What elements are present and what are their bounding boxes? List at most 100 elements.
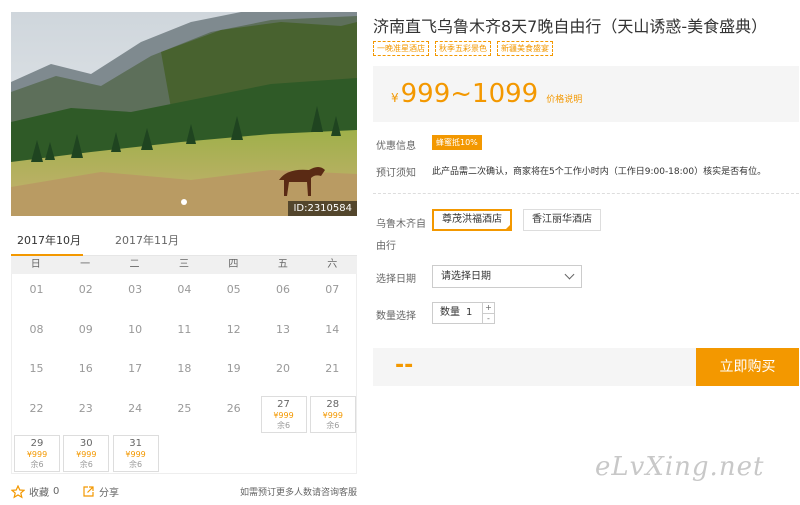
- calendar-day-number: 30: [79, 438, 93, 449]
- favorite-button[interactable]: 收藏 0: [11, 484, 59, 499]
- calendar-day: 17: [111, 355, 160, 393]
- calendar-day: 15: [12, 355, 61, 393]
- calendar-day: 23: [61, 395, 110, 433]
- calendar-day[interactable]: 27 ¥999 余6: [260, 395, 307, 433]
- product-photo[interactable]: ID:2310584: [11, 12, 357, 216]
- calendar-day[interactable]: 30 ¥999 余6: [63, 435, 110, 472]
- calendar-day-number: 24: [128, 401, 143, 415]
- calendar-day-number: 19: [226, 362, 241, 375]
- calendar-day[interactable]: 28 ¥999 余6: [309, 395, 356, 433]
- product-tags: 一晚准星酒店 秋季五彩景色 新疆美食盛宴: [373, 41, 553, 56]
- hotel-option-xiangjiang[interactable]: 香江丽华酒店: [523, 209, 601, 231]
- product-title: 济南直飞乌鲁木齐8天7晚自由行（天山诱惑-美食盛典）: [373, 17, 768, 36]
- calendar-day-number: 05: [226, 283, 241, 296]
- hotel-option-zunmao[interactable]: 尊茂洪福酒店: [432, 209, 512, 231]
- weekday-label: 一: [80, 259, 91, 270]
- calendar-day: 25: [160, 395, 209, 433]
- calendar-day-price: ¥999: [125, 450, 146, 459]
- calendar-day-number: 06: [276, 283, 290, 296]
- calendar-day: 14: [308, 316, 357, 354]
- calendar-day-number: 23: [78, 401, 93, 415]
- calendar-day-number: 28: [326, 398, 340, 410]
- share-icon: [83, 486, 94, 497]
- calendar-day: 04: [160, 276, 209, 314]
- photo-id-label: ID:2310584: [288, 201, 357, 216]
- calendar-day-number: 07: [325, 283, 340, 296]
- calendar-day-number: 27: [277, 398, 290, 410]
- calendar-weekday-header: 日 一 二 三 四 五 六: [11, 256, 357, 274]
- quantity-text: 数量: [440, 307, 460, 318]
- chevron-down-icon: [564, 269, 575, 280]
- calendar-day-number: 20: [276, 362, 290, 375]
- buy-now-button[interactable]: 立即购买: [696, 348, 799, 386]
- tab-month-oct[interactable]: 2017年10月: [17, 232, 81, 248]
- tab-month-nov[interactable]: 2017年11月: [115, 232, 179, 248]
- favorite-count: 0: [53, 486, 60, 497]
- favorite-label: 收藏: [29, 488, 49, 499]
- carousel-dot[interactable]: [181, 199, 187, 205]
- price-currency: ¥: [391, 91, 399, 105]
- calendar-day: 26: [209, 395, 258, 433]
- share-button[interactable]: 分享: [82, 484, 119, 499]
- calendar-day-stock: 余6: [30, 460, 44, 469]
- weekday-label: 五: [277, 259, 288, 270]
- calendar-day: 11: [160, 316, 209, 354]
- calendar-day-number: 26: [226, 401, 241, 415]
- calendar-day-number: 12: [226, 322, 241, 336]
- purchase-bar: -- 立即购买: [373, 348, 799, 386]
- calendar-day-number: 02: [78, 283, 93, 296]
- calendar-day: 02: [61, 276, 110, 314]
- product-tag: 秋季五彩景色: [435, 41, 491, 56]
- calendar-day-number: 18: [177, 362, 192, 375]
- share-label: 分享: [99, 488, 119, 499]
- calendar-grid: 01 02 03 04 05 06 07 08 09 10 11 12 13 14 15 16 17 18 19 20…: [11, 274, 357, 474]
- weekday-label: 六: [327, 259, 338, 270]
- calendar-day: 10: [111, 316, 160, 354]
- calendar-day-number: 29: [30, 438, 44, 449]
- calendar-day-number: 09: [78, 322, 93, 336]
- star-icon: [11, 484, 25, 499]
- calendar-day-number: 25: [177, 401, 192, 415]
- calendar-day-number: 17: [128, 362, 143, 375]
- calendar-day-number: 22: [29, 401, 44, 415]
- quantity-stepper[interactable]: 数量 1 + -: [432, 302, 495, 324]
- watermark: eLvXing.net: [595, 452, 765, 482]
- calendar-day-number: 11: [177, 322, 192, 336]
- weekday-label: 三: [178, 259, 189, 270]
- calendar-day: 24: [111, 395, 160, 433]
- calendar-day-stock: 余6: [326, 420, 340, 430]
- calendar-day: 08: [12, 316, 61, 354]
- calendar-day: 20: [259, 355, 308, 393]
- calendar-day-number: 16: [78, 362, 93, 375]
- price-display: ¥ 999~1099 价格说明: [391, 79, 582, 109]
- calendar-day: 09: [61, 316, 110, 354]
- calendar-day: 01: [12, 276, 61, 314]
- calendar-day: 18: [160, 355, 209, 393]
- calendar-day-number: 04: [177, 283, 192, 296]
- product-tag: 新疆美食盛宴: [497, 41, 553, 56]
- quantity-plus-button[interactable]: +: [483, 303, 494, 313]
- calendar-day: 03: [111, 276, 160, 314]
- calendar-day[interactable]: 29 ¥999 余6: [14, 435, 60, 472]
- date-select[interactable]: 请选择日期: [432, 265, 582, 288]
- calendar-day[interactable]: 31 ¥999 余6: [112, 435, 159, 472]
- notice-label: 预订须知: [376, 168, 416, 179]
- discount-badge: 蜂蜜抵10%: [432, 135, 482, 150]
- calendar-day-number: 15: [29, 362, 44, 375]
- product-tag: 一晚准星酒店: [373, 41, 429, 56]
- discount-label: 优惠信息: [376, 141, 416, 152]
- calendar-day-stock: 余6: [79, 460, 93, 469]
- quantity-buttons: + -: [482, 303, 494, 323]
- section-divider: [373, 193, 799, 194]
- calendar-day-number: 01: [29, 283, 44, 296]
- quantity-minus-button[interactable]: -: [483, 313, 494, 323]
- price-note-link[interactable]: 价格说明: [546, 92, 582, 105]
- calendar-day: 05: [209, 276, 258, 314]
- calendar-day-number: 14: [325, 322, 340, 336]
- calendar-day-price: ¥999: [273, 410, 294, 420]
- calendar-day-number: 21: [325, 362, 340, 375]
- calendar-day-stock: 余6: [129, 460, 143, 469]
- weekday-label: 四: [228, 259, 239, 270]
- calendar-day: 07: [308, 276, 357, 314]
- calendar-day-number: 08: [29, 322, 44, 336]
